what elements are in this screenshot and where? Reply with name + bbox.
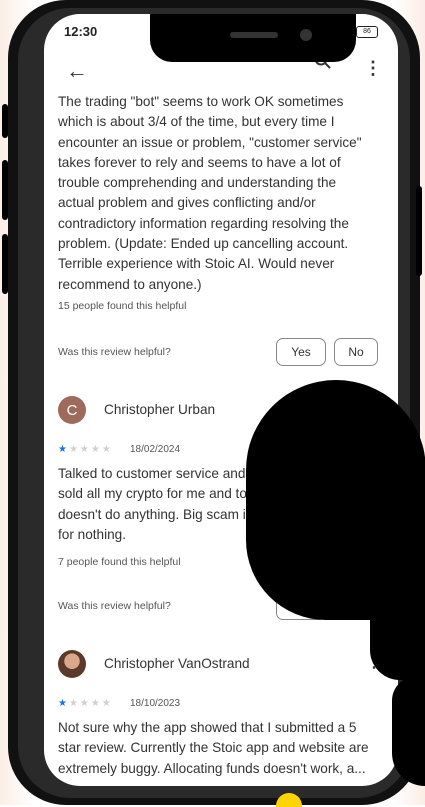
yes-button[interactable]: Yes (276, 338, 326, 366)
star-icon: ★★★★ (68, 698, 113, 709)
camera-notch (150, 14, 356, 62)
review-line: trouble comprehending and understanding … (58, 175, 337, 191)
star-icon: ★★★★ (68, 444, 113, 455)
star-icon: ★ (58, 444, 69, 455)
side-button (416, 186, 422, 276)
review-body: Not sure why the app showed that I submi… (58, 718, 388, 779)
side-button (2, 104, 8, 138)
arrow-left-icon[interactable]: ← (66, 58, 88, 84)
was-helpful-label: Was this review helpful? (58, 346, 171, 358)
review-line: encounter an issue or problem, "customer… (58, 134, 362, 150)
reviewer-name: Christopher Urban (104, 402, 216, 417)
battery-icon: 86 (356, 26, 378, 38)
review-line: extremely buggy. Allocating funds doesn'… (58, 760, 366, 776)
review-line: problem. (Update: Ended up cancelling ac… (58, 236, 349, 252)
review-line: star review. Currently the Stoic app and… (58, 740, 369, 756)
speaker-grille (230, 32, 278, 38)
review-date: 18/02/2024 (130, 444, 181, 455)
top-app-bar: ← ⋮ (44, 52, 398, 88)
helpful-count: 7 people found this helpful (58, 556, 181, 568)
question-mark-overlay (370, 560, 425, 680)
side-button (2, 234, 8, 294)
side-button (2, 160, 8, 220)
review-line: The trading "bot" seems to work OK somet… (58, 94, 344, 109)
more-vert-icon[interactable]: ⋮ (364, 58, 382, 79)
camera-dot (300, 29, 312, 41)
review-line: actual problem and gives conflicting and… (58, 195, 316, 211)
avatar (58, 650, 86, 678)
review-line: contradictory information regarding reso… (58, 215, 349, 231)
review-line: Terrible experience with Stoic AI. Would… (58, 256, 335, 272)
review-line: recommend to anyone.) (58, 276, 202, 292)
review-body: The trading "bot" seems to work OK somet… (58, 92, 388, 295)
reviewer-name: Christopher VanOstrand (104, 656, 250, 671)
status-time: 12:30 (64, 24, 98, 39)
question-mark-overlay (392, 676, 425, 786)
review-line: which is about 3/4 of the time, but ever… (58, 114, 335, 130)
review-line: Not sure why the app showed that I submi… (58, 720, 357, 735)
star-rating: ★★★★★ (58, 444, 113, 455)
review-line: takes forever to rely and seems to have … (58, 154, 341, 170)
avatar: C (58, 396, 86, 424)
was-helpful-label: Was this review helpful? (58, 600, 171, 612)
helpful-count: 15 people found this helpful (58, 300, 187, 312)
star-rating: ★★★★★ (58, 698, 113, 709)
no-button[interactable]: No (334, 338, 378, 366)
star-icon: ★ (58, 698, 69, 709)
review-date: 18/10/2023 (130, 698, 181, 709)
